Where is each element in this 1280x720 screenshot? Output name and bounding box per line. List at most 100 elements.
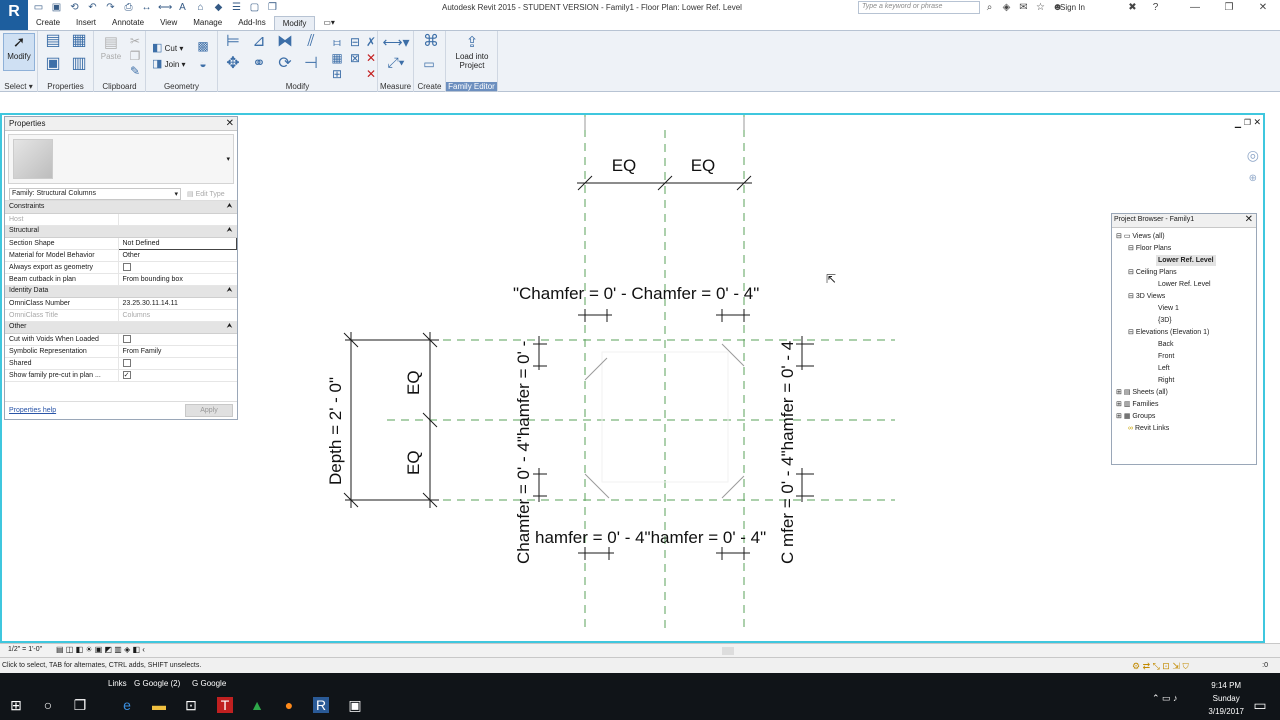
- revit-icon[interactable]: R: [313, 697, 329, 713]
- text-icon[interactable]: A: [176, 2, 189, 13]
- properties-help-link[interactable]: Properties help: [9, 407, 56, 414]
- tree-views-all[interactable]: ⊟ ▭ Views (all): [1116, 231, 1165, 242]
- open-icon[interactable]: ▭: [32, 2, 45, 13]
- tree-view-1[interactable]: View 1: [1158, 303, 1179, 314]
- group-constraints[interactable]: Constraints ⮝: [5, 201, 237, 214]
- select-dropdown[interactable]: Select ▾: [0, 82, 37, 91]
- eq-label-width-left[interactable]: EQ: [612, 156, 637, 175]
- google-tab-1[interactable]: G Google (2): [134, 679, 180, 688]
- family-dropdown[interactable]: Family: Structural Columns ▾: [9, 187, 181, 200]
- save-icon[interactable]: ▣: [50, 2, 63, 13]
- export-geometry-checkbox[interactable]: [122, 263, 131, 271]
- paste-button[interactable]: ▤ Paste: [98, 34, 124, 61]
- chamfer-line-top-right[interactable]: [721, 343, 745, 367]
- chamfer-line-bottom-left[interactable]: [584, 473, 610, 499]
- tree-ceiling-plans[interactable]: ⊟ Ceiling Plans: [1128, 267, 1177, 278]
- tree-floor-plan-lower-ref-level[interactable]: Lower Ref. Level: [1156, 255, 1216, 266]
- family-category-icon[interactable]: ▣: [42, 56, 64, 79]
- cut-voids-checkbox[interactable]: [122, 335, 131, 343]
- align-icon[interactable]: ⊨: [224, 34, 242, 53]
- properties-icon[interactable]: ▤: [42, 33, 64, 56]
- type-selector[interactable]: ▾: [8, 134, 234, 184]
- undo-icon[interactable]: ↶: [86, 2, 99, 13]
- tree-elevation-left[interactable]: Left: [1158, 363, 1170, 374]
- unpin-icon[interactable]: ⊠: [348, 51, 362, 65]
- section-icon[interactable]: ◆: [212, 2, 225, 13]
- exchange-icon[interactable]: ✖: [1127, 2, 1138, 13]
- prop-section-shape[interactable]: Section Shape Not Defined: [5, 236, 237, 250]
- tab-create[interactable]: Create: [28, 16, 68, 30]
- create-similar-icon[interactable]: ▭: [422, 57, 436, 71]
- measure-between-icon[interactable]: ⟷▾: [382, 35, 410, 49]
- prop-omniclass-number[interactable]: OmniClass Number 23.25.30.11.14.11: [5, 297, 237, 310]
- selection-filter-count[interactable]: :0: [1262, 662, 1268, 669]
- favorites-icon[interactable]: ☆: [1035, 2, 1046, 13]
- prop-shared[interactable]: Shared: [5, 357, 237, 370]
- tree-revit-links[interactable]: ∞ Revit Links: [1128, 423, 1169, 434]
- trim-icon[interactable]: ⊣: [302, 56, 320, 75]
- eq-label-depth-top[interactable]: EQ: [404, 370, 423, 395]
- tree-groups[interactable]: ⊞ ▦ Groups: [1116, 411, 1155, 422]
- search-input[interactable]: Type a keyword or phrase: [858, 1, 980, 14]
- depth-label[interactable]: Depth = 2' - 0": [326, 377, 345, 485]
- collapse-icon[interactable]: ⮝: [227, 203, 233, 211]
- tree-elevation-back[interactable]: Back: [1158, 339, 1174, 350]
- prop-show-precut[interactable]: Show family pre-cut in plan ... ✓: [5, 369, 237, 382]
- store-icon[interactable]: ⊡: [183, 697, 199, 713]
- view-scale[interactable]: 1/2" = 1'-0": [8, 646, 42, 653]
- google-tab-2[interactable]: G Google: [192, 679, 226, 688]
- move-icon[interactable]: ✥: [224, 56, 242, 75]
- sign-in-link[interactable]: Sign In: [1060, 3, 1085, 12]
- chamfer-line-top-left[interactable]: [584, 357, 608, 381]
- help-icon[interactable]: ?: [1150, 2, 1161, 13]
- edit-type-button[interactable]: ▤ Edit Type: [187, 190, 225, 198]
- steering-wheel-icon[interactable]: ◎: [1247, 147, 1259, 164]
- notifications-icon[interactable]: ▭: [1252, 697, 1268, 713]
- view-restore-icon[interactable]: ❐: [1244, 118, 1251, 127]
- communication-icon[interactable]: ✉: [1018, 2, 1029, 13]
- print-icon[interactable]: ⎙: [122, 2, 135, 13]
- google-drive-icon[interactable]: ▲: [249, 697, 265, 713]
- horizontal-scrollbar[interactable]: [722, 647, 734, 655]
- binoculars-icon[interactable]: ⌕: [984, 2, 995, 13]
- prop-beam-cutback[interactable]: Beam cutback in plan From bounding box: [5, 273, 237, 286]
- mirror-axis-icon[interactable]: ⧓: [276, 34, 294, 53]
- switch-windows-icon[interactable]: ❐: [266, 2, 279, 13]
- offset-icon[interactable]: ⊿: [250, 34, 268, 53]
- join-geometry-button[interactable]: ◨ Join ▾: [152, 57, 186, 70]
- tab-annotate[interactable]: Annotate: [104, 16, 152, 30]
- sync-icon[interactable]: ⟲: [68, 2, 81, 13]
- restore-icon[interactable]: ❐: [1212, 0, 1246, 16]
- view-close-icon[interactable]: ✕: [1253, 117, 1261, 128]
- split-icon[interactable]: ⧦: [330, 35, 344, 49]
- tab-add-ins[interactable]: Add-Ins: [230, 16, 274, 30]
- tab-view[interactable]: View: [152, 16, 185, 30]
- chamfer-line-bottom-right[interactable]: [721, 475, 745, 499]
- rotate-icon[interactable]: ⟳: [276, 56, 294, 75]
- chamfer-right-vertical-label[interactable]: C mfer = 0' - 4"hamfer = 0' - 4: [778, 341, 797, 564]
- close-hidden-icon[interactable]: ▢: [248, 2, 261, 13]
- prop-export-geometry[interactable]: Always export as geometry: [5, 261, 237, 274]
- tree-ceiling-lower-ref-level[interactable]: Lower Ref. Level: [1158, 279, 1211, 290]
- thin-lines-icon[interactable]: ☰: [230, 2, 243, 13]
- copy-element-icon[interactable]: ⚭: [250, 56, 268, 75]
- array-icon[interactable]: ▦: [330, 51, 344, 65]
- apply-button[interactable]: Apply: [185, 404, 233, 417]
- delete-icon[interactable]: ✕: [364, 51, 378, 65]
- tree-families[interactable]: ⊞ ▥ Families: [1116, 399, 1158, 410]
- section-shape-value[interactable]: Not Defined: [117, 236, 237, 250]
- tree-3d-views[interactable]: ⊟ 3D Views: [1128, 291, 1165, 302]
- tree-elevation-right[interactable]: Right: [1158, 375, 1174, 386]
- close-icon[interactable]: ✕: [1246, 0, 1280, 16]
- collapse-icon[interactable]: ⮝: [227, 323, 233, 331]
- zoom-icon[interactable]: ⊕: [1249, 173, 1257, 184]
- subscription-icon[interactable]: ◈: [1001, 2, 1012, 13]
- tab-modify[interactable]: Modify: [273, 16, 316, 30]
- file-explorer-icon[interactable]: ▬: [151, 697, 167, 713]
- cortana-icon[interactable]: ○: [40, 697, 56, 713]
- task-view-icon[interactable]: ❐: [72, 697, 88, 713]
- tree-elevation-front[interactable]: Front: [1158, 351, 1174, 362]
- detail-level-icon[interactable]: ▤ ◫ ◧ ☀ ▣ ◩ ▥ ◈ ◧ ‹: [56, 645, 145, 654]
- wall-joins-icon[interactable]: ▩: [196, 39, 210, 53]
- mirror-draw-icon[interactable]: ⫽: [302, 34, 320, 53]
